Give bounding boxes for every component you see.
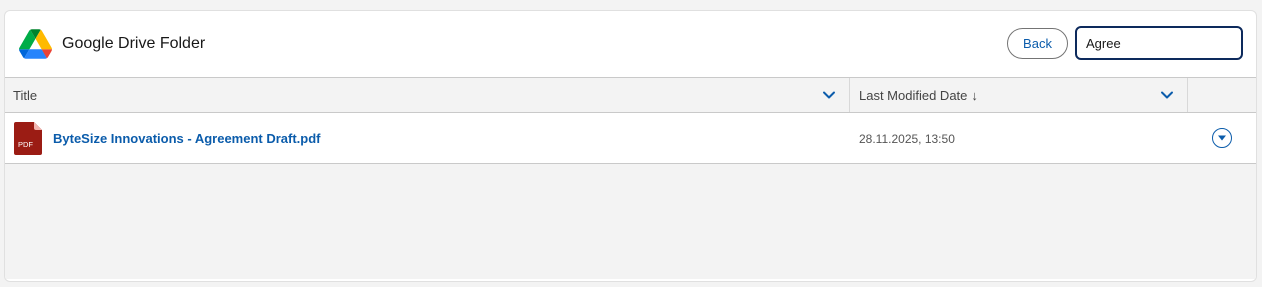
google-drive-icon bbox=[19, 29, 52, 59]
column-label-text: Last Modified Date bbox=[859, 88, 968, 103]
column-header-actions bbox=[1188, 78, 1256, 112]
column-label-last-modified: Last Modified Date ↓ bbox=[859, 88, 978, 103]
column-header-title[interactable]: Title bbox=[5, 78, 850, 112]
card-header: Google Drive Folder Back bbox=[5, 11, 1256, 78]
drive-folder-card: Google Drive Folder Back Title Last Modi… bbox=[4, 10, 1257, 282]
pdf-icon-label: PDF bbox=[18, 140, 33, 149]
empty-area bbox=[5, 164, 1256, 279]
table-header: Title Last Modified Date ↓ bbox=[5, 78, 1256, 113]
table-row: PDF ByteSize Innovations - Agreement Dra… bbox=[5, 113, 1256, 164]
last-modified-value: 28.11.2025, 13:50 bbox=[859, 132, 955, 146]
sort-descending-icon: ↓ bbox=[971, 88, 978, 103]
chevron-down-icon[interactable] bbox=[1160, 89, 1174, 101]
back-button[interactable]: Back bbox=[1007, 28, 1068, 59]
search-input[interactable] bbox=[1075, 26, 1243, 60]
column-header-last-modified[interactable]: Last Modified Date ↓ bbox=[850, 78, 1188, 112]
column-label-title: Title bbox=[13, 88, 38, 103]
pdf-icon: PDF bbox=[14, 122, 42, 155]
file-title-link[interactable]: ByteSize Innovations - Agreement Draft.p… bbox=[53, 131, 321, 146]
page-title: Google Drive Folder bbox=[62, 35, 206, 52]
chevron-down-icon[interactable] bbox=[822, 89, 836, 101]
caret-down-icon bbox=[1218, 135, 1226, 141]
row-actions-button[interactable] bbox=[1212, 128, 1232, 148]
